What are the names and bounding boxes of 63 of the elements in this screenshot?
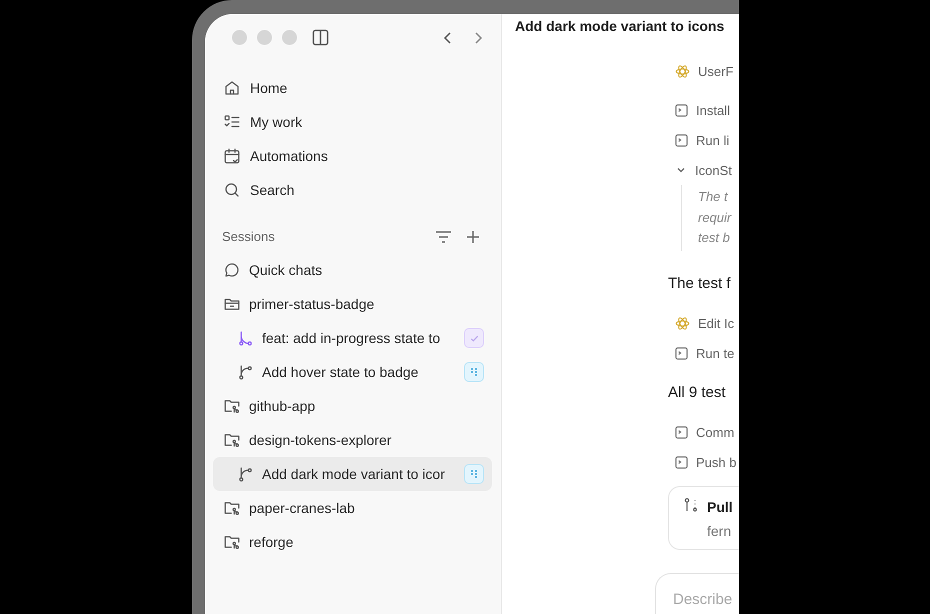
merge-icon [237, 330, 254, 346]
prompt-input-field[interactable]: Describe [673, 588, 739, 611]
branch-session-item[interactable]: feat: add in-progress state to [213, 321, 492, 355]
branch-icon [237, 466, 254, 482]
session-item[interactable]: Quick chats [213, 253, 492, 287]
session-item[interactable]: paper-cranes-lab [213, 491, 492, 525]
nav-item[interactable]: Automations [213, 139, 492, 173]
sessions-heading: Sessions [222, 228, 275, 246]
branch-icon [237, 364, 254, 380]
command-label: Comm [696, 424, 734, 442]
file-edit-label: Edit Ic [698, 315, 734, 333]
file-edit-label: UserF [698, 62, 734, 80]
session-label: Quick chats [249, 260, 324, 280]
folder-branch-icon [223, 431, 241, 449]
thinking-text-line: The t [698, 188, 729, 206]
thinking-text-line: requir [698, 208, 732, 227]
session-label: feat: add in-progress state to [262, 328, 442, 348]
command-label: Push b [696, 454, 736, 472]
search-icon [223, 181, 241, 199]
branch-session-item[interactable]: Add hover state to badge [213, 355, 492, 389]
session-label: Add hover state to badge [262, 362, 420, 382]
folder-branch-icon [223, 499, 241, 517]
session-label: reforge [249, 532, 294, 552]
nav-item[interactable]: My work [213, 105, 492, 139]
calendar-icon [223, 147, 241, 165]
nav-item[interactable]: Search [213, 173, 492, 207]
atom-icon [675, 316, 690, 332]
folder-branch-icon [223, 397, 241, 415]
session-label: primer-status-badge [249, 294, 376, 314]
pull-request-card[interactable]: Pull fern [668, 486, 739, 550]
home-icon [223, 79, 241, 97]
thinking-text-line: test b [698, 229, 731, 248]
nav-item[interactable]: Home [213, 71, 492, 105]
pull-request-title: Pull [707, 498, 733, 517]
session-label: design-tokens-explorer [249, 430, 392, 450]
pull-request-branch: fern [707, 522, 732, 541]
terminal-icon [675, 426, 688, 440]
message-text: All 9 test [668, 382, 726, 402]
session-item[interactable]: primer-status-badge [213, 287, 492, 321]
session-item[interactable]: reforge [213, 525, 492, 559]
session-label: paper-cranes-lab [249, 498, 356, 518]
terminal-icon [675, 347, 688, 360]
terminal-icon [675, 456, 688, 470]
add-icon[interactable] [466, 230, 480, 244]
command-label: Run te [696, 345, 734, 363]
branch-session-item[interactable]: Add dark mode variant to icor [213, 457, 492, 491]
atom-icon [675, 64, 690, 79]
terminal-icon [675, 134, 688, 147]
command-label: Install [696, 102, 730, 120]
terminal-icon [675, 104, 688, 117]
thinking-toggle[interactable]: IconSt [668, 155, 739, 186]
session-item[interactable]: design-tokens-explorer [213, 423, 492, 457]
session-label: Add dark mode variant to icor [262, 464, 446, 484]
filter-icon[interactable] [435, 230, 452, 244]
message-text: The test f [668, 274, 731, 294]
folder-branch-icon [223, 533, 241, 551]
pull-request-icon [683, 496, 699, 513]
session-item[interactable]: github-app [213, 389, 492, 423]
session-label: github-app [249, 396, 316, 416]
sidebar-toggle-icon[interactable] [312, 29, 329, 46]
command-label: Run li [696, 132, 730, 150]
session-title: Add dark mode variant to icons [515, 17, 724, 36]
chat-bubble-icon [223, 261, 241, 279]
